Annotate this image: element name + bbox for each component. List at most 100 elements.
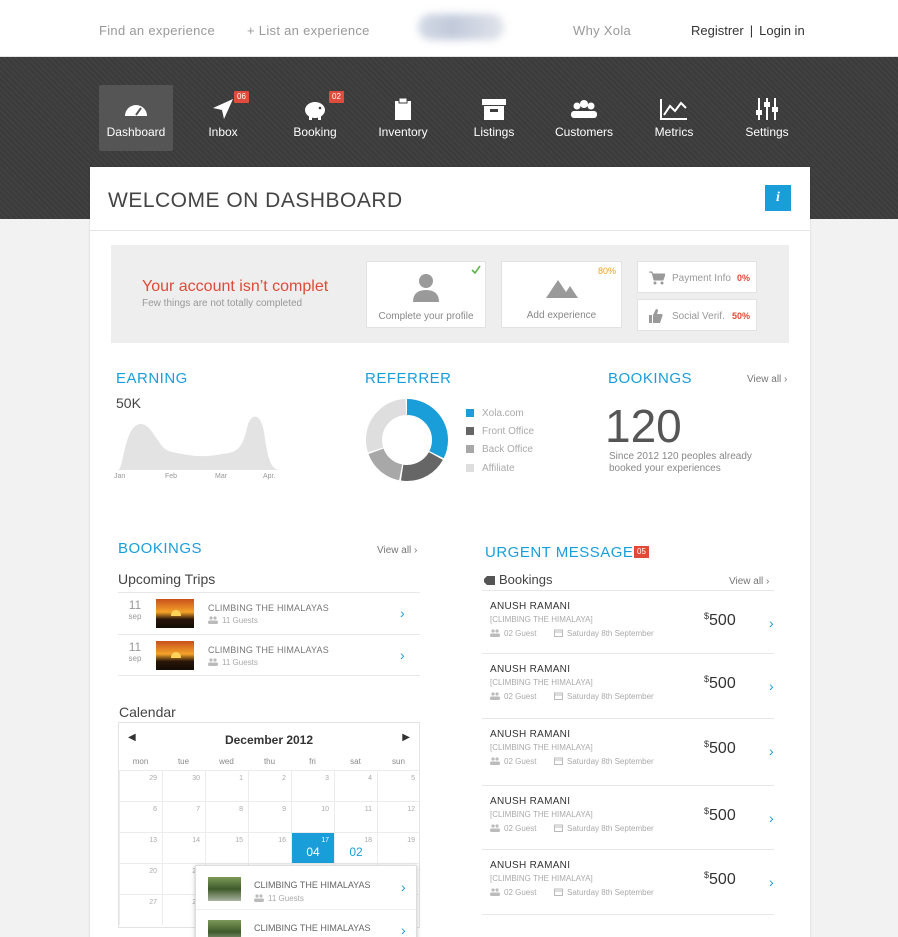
nav-booking[interactable]: 02 Booking: [278, 85, 352, 151]
chevron-right-icon[interactable]: ›: [769, 810, 774, 826]
message-name: ANUSH RAMANI: [490, 664, 571, 675]
guests-icon: [490, 757, 500, 765]
trip-date: 11 sep: [126, 599, 144, 623]
divider: [90, 230, 810, 231]
calendar-day[interactable]: 18 02: [334, 832, 377, 863]
list-experience-link[interactable]: + List an experience: [247, 23, 370, 38]
calendar-day[interactable]: 2: [248, 770, 291, 801]
calendar-day[interactable]: 16: [248, 832, 291, 863]
message-row[interactable]: ANUSH RAMANI [CLIMBING THE HIMALAYA] 02 Gu…: [482, 785, 774, 850]
calendar-day[interactable]: 10: [291, 801, 334, 832]
bookings-view-all[interactable]: View all ›: [377, 545, 417, 556]
calendar-icon: [554, 888, 563, 896]
calendar-day[interactable]: 29: [119, 770, 162, 801]
add-experience-tile[interactable]: 80% Add experience: [501, 261, 622, 328]
trip-row[interactable]: 11 sep CLIMBING THE HIMALAYAS 11 Guests ›: [118, 634, 420, 676]
chevron-right-icon[interactable]: ›: [400, 647, 405, 663]
sliders-icon: [756, 98, 778, 120]
nav-label: Inbox: [208, 125, 238, 139]
popup-event-row[interactable]: CLIMBING THE HIMALAYAS 11 Guests ›: [196, 868, 416, 910]
payment-info-tile[interactable]: Payment Info 0%: [637, 261, 757, 293]
chevron-right-icon[interactable]: ›: [769, 678, 774, 694]
event-guests-text: 11 Guests: [268, 894, 304, 903]
message-name: ANUSH RAMANI: [490, 860, 571, 871]
message-row[interactable]: ANUSH RAMANI [CLIMBING THE HIMALAYA] 02 Gu…: [482, 849, 774, 915]
payment-percent: 0%: [736, 273, 750, 283]
social-verification-tile[interactable]: Social Verif. 50%: [637, 299, 757, 331]
message-guests: 02 Guest: [490, 824, 536, 833]
nav-label: Settings: [745, 125, 789, 139]
calendar-day-number: 2: [282, 775, 286, 782]
calendar-day[interactable]: 8: [205, 801, 248, 832]
calendar-day[interactable]: 13: [119, 832, 162, 863]
chevron-right-icon[interactable]: ›: [769, 615, 774, 631]
calendar-day[interactable]: 6: [119, 801, 162, 832]
trip-thumbnail: [156, 641, 194, 670]
message-name: ANUSH RAMANI: [490, 729, 571, 740]
info-button[interactable]: i: [765, 185, 791, 211]
urgent-view-all[interactable]: View all ›: [729, 576, 769, 587]
bookings-count: 120: [605, 400, 682, 452]
chevron-right-icon[interactable]: ›: [769, 743, 774, 759]
trip-row[interactable]: 11 sep CLIMBING THE HIMALAYAS 11 Guests ›: [118, 592, 420, 634]
earning-month: Jan: [114, 473, 126, 480]
calendar-next-button[interactable]: ▶: [402, 732, 410, 743]
calendar-day[interactable]: 9: [248, 801, 291, 832]
calendar-day[interactable]: 3: [291, 770, 334, 801]
earning-month: Mar: [215, 473, 228, 480]
urgent-bookings-subheading: Bookings: [484, 572, 552, 587]
message-trip: [CLIMBING THE HIMALAYA]: [490, 874, 593, 883]
register-link[interactable]: Registrer: [691, 23, 744, 38]
nav-inbox[interactable]: 06 Inbox: [186, 85, 260, 151]
calendar-day[interactable]: 4: [334, 770, 377, 801]
users-icon: [571, 100, 597, 118]
message-row[interactable]: ANUSH RAMANI [CLIMBING THE HIMALAYA] 02 Gu…: [482, 718, 774, 783]
legend-item: Xola.com: [466, 408, 524, 419]
nav-metrics[interactable]: Metrics: [637, 85, 711, 151]
experience-percent: 80%: [597, 266, 616, 276]
calendar-day-number: 20: [149, 868, 157, 875]
calendar-day[interactable]: 15: [205, 832, 248, 863]
nav-listings[interactable]: Listings: [457, 85, 531, 151]
why-xola-link[interactable]: Why Xola: [573, 23, 631, 38]
login-link[interactable]: Login in: [759, 23, 805, 38]
legend-label: Front Office: [482, 426, 535, 437]
calendar-day[interactable]: 5: [377, 770, 420, 801]
trip-guests-text: 11 Guests: [222, 658, 258, 667]
calendar-day[interactable]: 30: [162, 770, 205, 801]
complete-profile-tile[interactable]: Complete your profile: [366, 261, 486, 328]
tag-icon: [484, 576, 495, 585]
calendar-day-number: 7: [196, 806, 200, 813]
nav-dashboard[interactable]: Dashboard: [99, 85, 173, 151]
top-bar: Find an experience + List an experience …: [0, 0, 898, 57]
find-experience-link[interactable]: Find an experience: [99, 23, 215, 38]
nav-settings[interactable]: Settings: [730, 85, 804, 151]
logo[interactable]: [418, 14, 504, 40]
chevron-right-icon[interactable]: ›: [401, 879, 406, 895]
popup-event-row[interactable]: CLIMBING THE HIMALAYAS ›: [196, 911, 416, 937]
guests-icon: [490, 824, 500, 832]
bookings-stat-view-all[interactable]: View all ›: [747, 374, 787, 385]
bookings-heading: BOOKINGS: [118, 540, 203, 557]
calendar-day[interactable]: 27: [119, 894, 162, 925]
message-price: $500: [704, 739, 736, 758]
send-icon: [213, 99, 233, 119]
calendar-day[interactable]: 12: [377, 801, 420, 832]
calendar-day[interactable]: 1: [205, 770, 248, 801]
calendar-day[interactable]: 7: [162, 801, 205, 832]
chevron-right-icon[interactable]: ›: [400, 605, 405, 621]
calendar-day[interactable]: 14: [162, 832, 205, 863]
message-date: Saturday 8th September: [554, 824, 654, 833]
chevron-right-icon[interactable]: ›: [769, 874, 774, 890]
nav-customers[interactable]: Customers: [547, 85, 621, 151]
calendar-weekday: sun: [392, 757, 405, 766]
calendar-day[interactable]: 11: [334, 801, 377, 832]
message-row[interactable]: ANUSH RAMANI [CLIMBING THE HIMALAYA] 02 Gu…: [482, 653, 774, 718]
message-guests-text: 02 Guest: [504, 692, 537, 701]
message-row[interactable]: ANUSH RAMANI [CLIMBING THE HIMALAYA] 02 Gu…: [482, 590, 774, 655]
calendar-day[interactable]: 19: [377, 832, 420, 863]
calendar-day[interactable]: 20: [119, 863, 162, 894]
chevron-right-icon[interactable]: ›: [401, 922, 406, 937]
nav-inventory[interactable]: Inventory: [366, 85, 440, 151]
calendar-day[interactable]: 17 04: [291, 832, 334, 863]
